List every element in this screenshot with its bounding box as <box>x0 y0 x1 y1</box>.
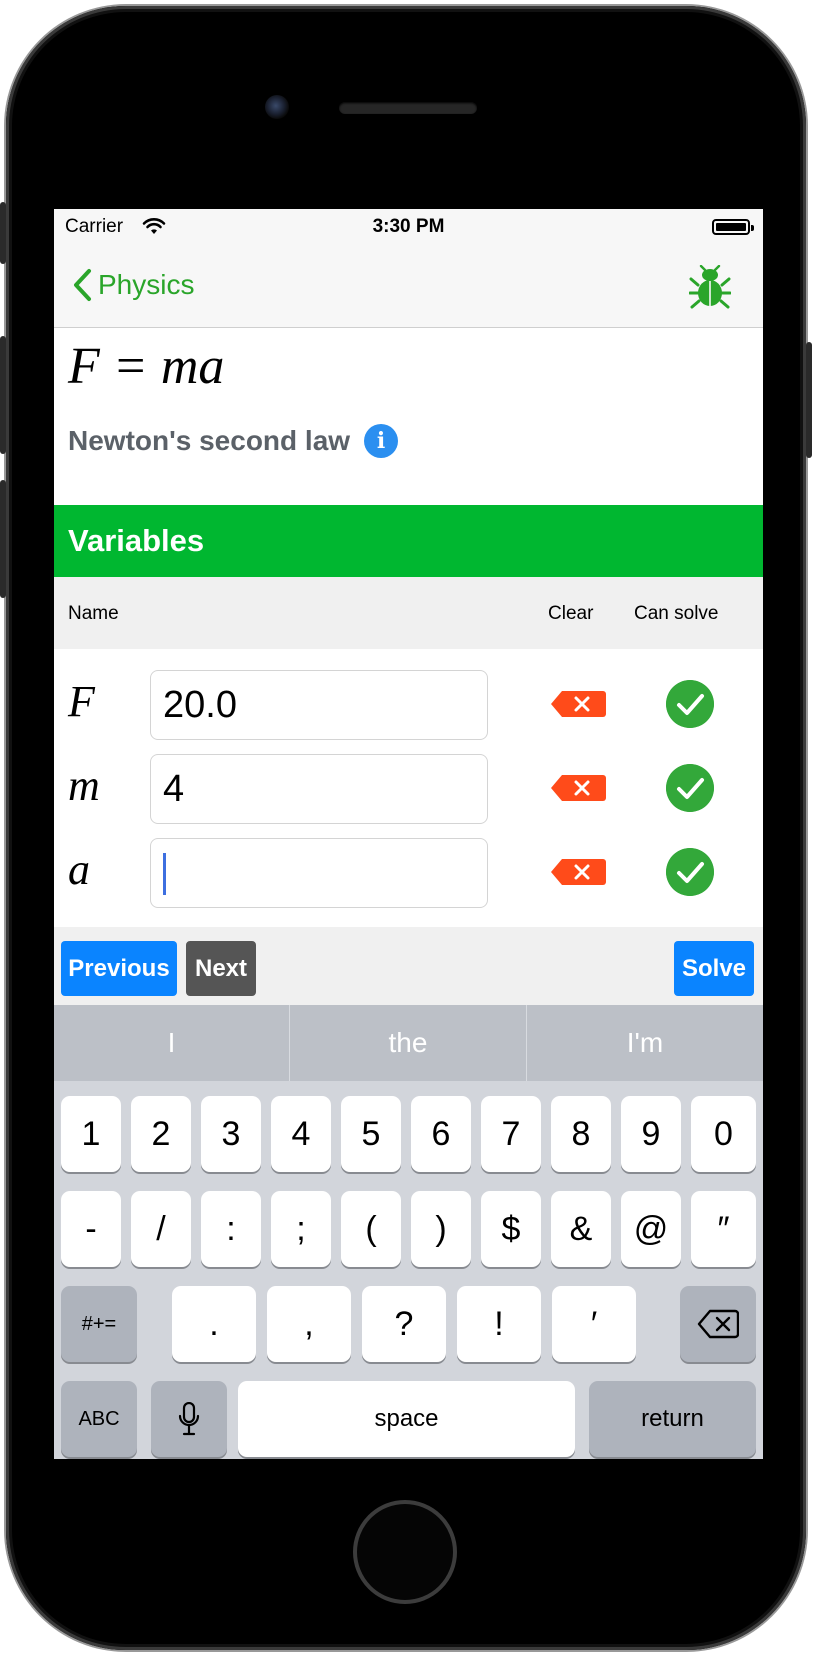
column-clear: Clear <box>548 603 594 624</box>
law-title: Newton's second law <box>68 425 351 456</box>
previous-button[interactable]: Previous <box>61 941 177 996</box>
battery-icon <box>712 219 754 235</box>
key-exclamation[interactable]: ! <box>457 1286 541 1362</box>
variables-section-header: Variables <box>54 505 763 577</box>
mute-switch <box>0 202 6 264</box>
key-period[interactable]: . <box>172 1286 256 1362</box>
variable-value-input-f[interactable]: 20.0 <box>150 670 488 740</box>
key-comma[interactable]: , <box>267 1286 351 1362</box>
law-title-row: Newton's second law i <box>68 424 399 458</box>
key-3[interactable]: 3 <box>201 1096 261 1172</box>
key-apostrophe[interactable]: ′ <box>552 1286 636 1362</box>
clock: 3:30 PM <box>372 216 445 237</box>
key-5[interactable]: 5 <box>341 1096 401 1172</box>
checkmark-icon <box>666 764 714 812</box>
variable-row-m: m 4 <box>54 746 763 834</box>
variables-column-header: Name Clear Can solve <box>54 577 763 649</box>
key-return[interactable]: return <box>589 1381 756 1457</box>
next-button[interactable]: Next <box>186 941 256 996</box>
suggestion-3[interactable]: I'm <box>527 1005 763 1081</box>
earpiece-speaker <box>339 102 477 114</box>
checkmark-icon <box>666 680 714 728</box>
suggestion-bar: I the I'm <box>54 1005 763 1081</box>
key-dollar[interactable]: $ <box>481 1191 541 1267</box>
key-9[interactable]: 9 <box>621 1096 681 1172</box>
chevron-left-icon <box>74 269 91 301</box>
key-dictation[interactable] <box>151 1381 227 1457</box>
home-button[interactable] <box>353 1500 457 1604</box>
volume-down-button <box>0 480 6 598</box>
key-7[interactable]: 7 <box>481 1096 541 1172</box>
variable-name: m <box>68 761 100 810</box>
key-double-quote[interactable]: ″ <box>691 1191 756 1267</box>
key-8[interactable]: 8 <box>551 1096 611 1172</box>
microphone-icon <box>178 1401 200 1436</box>
checkmark-icon <box>666 848 714 896</box>
volume-up-button <box>0 336 6 454</box>
key-backspace[interactable] <box>680 1286 756 1362</box>
key-hyphen[interactable]: - <box>61 1191 121 1267</box>
key-question[interactable]: ? <box>362 1286 446 1362</box>
variable-name: a <box>68 845 90 894</box>
navigation-bar: Physics <box>54 245 763 328</box>
keyboard: I the I'm 1 2 3 4 5 6 7 8 9 0 - / : ; ( … <box>54 1005 763 1459</box>
clear-icon[interactable] <box>550 690 606 718</box>
key-at[interactable]: @ <box>621 1191 681 1267</box>
front-camera <box>265 95 289 119</box>
variable-value-input-m[interactable]: 4 <box>150 754 488 824</box>
key-slash[interactable]: / <box>131 1191 191 1267</box>
key-6[interactable]: 6 <box>411 1096 471 1172</box>
column-name: Name <box>68 603 119 624</box>
key-colon[interactable]: : <box>201 1191 261 1267</box>
clear-icon[interactable] <box>550 774 606 802</box>
key-space[interactable]: space <box>238 1381 575 1457</box>
status-bar: Carrier 3:30 PM <box>54 209 763 245</box>
screen: Carrier 3:30 PM Physics F = ma Newton's … <box>54 209 763 1459</box>
key-1[interactable]: 1 <box>61 1096 121 1172</box>
variable-row-f: F 20.0 <box>54 662 763 750</box>
backspace-icon <box>697 1309 740 1339</box>
clear-icon[interactable] <box>550 858 606 886</box>
info-icon[interactable]: i <box>364 424 399 458</box>
equation-formula: F = ma <box>68 338 225 395</box>
suggestion-1[interactable]: I <box>54 1005 289 1081</box>
back-label: Physics <box>98 269 195 300</box>
key-symbols-toggle[interactable]: #+= <box>61 1286 137 1362</box>
key-close-paren[interactable]: ) <box>411 1191 471 1267</box>
key-ampersand[interactable]: & <box>551 1191 611 1267</box>
back-button[interactable]: Physics <box>72 263 194 307</box>
text-cursor <box>163 853 166 895</box>
key-abc[interactable]: ABC <box>61 1381 137 1457</box>
key-semicolon[interactable]: ; <box>271 1191 331 1267</box>
column-can-solve: Can solve <box>634 603 719 624</box>
key-open-paren[interactable]: ( <box>341 1191 401 1267</box>
variable-name: F <box>68 677 95 726</box>
power-button <box>806 342 812 458</box>
key-0[interactable]: 0 <box>691 1096 756 1172</box>
variable-value-input-a[interactable] <box>150 838 488 908</box>
input-accessory-toolbar: Previous Next Solve <box>54 927 763 1005</box>
bug-icon[interactable] <box>689 265 731 309</box>
suggestion-2[interactable]: the <box>290 1005 526 1081</box>
solve-button[interactable]: Solve <box>674 941 754 996</box>
key-2[interactable]: 2 <box>131 1096 191 1172</box>
variable-row-a: a <box>54 830 763 918</box>
key-4[interactable]: 4 <box>271 1096 331 1172</box>
